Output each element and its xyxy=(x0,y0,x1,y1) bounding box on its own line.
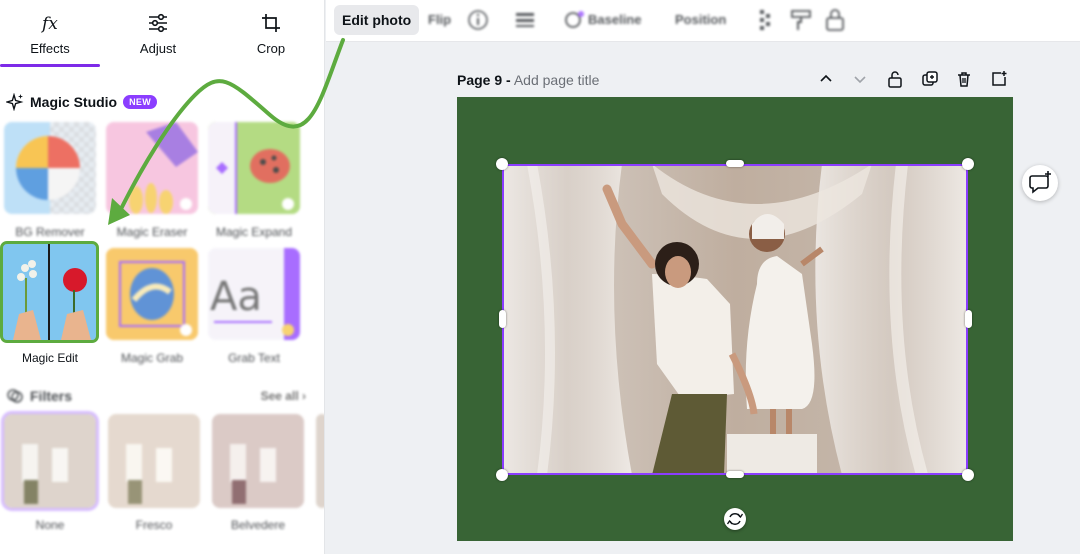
resize-handle-left[interactable] xyxy=(499,310,506,328)
filter-next-tile[interactable] xyxy=(316,414,324,508)
tab-effects[interactable]: fx Effects xyxy=(0,0,100,68)
active-tab-indicator xyxy=(0,64,100,67)
resize-handle-top[interactable] xyxy=(726,160,744,167)
paint-roller-icon[interactable] xyxy=(790,8,812,32)
lock-icon[interactable] xyxy=(824,8,846,32)
bg-remover-tile[interactable] xyxy=(4,122,96,214)
filter-fresco-thumbnail xyxy=(108,414,200,508)
magic-studio-header: Magic Studio NEW xyxy=(6,92,158,112)
resize-handle-bottom-right[interactable] xyxy=(962,469,974,481)
magic-edit-thumbnail xyxy=(3,244,96,340)
magic-studio-title: Magic Studio xyxy=(30,94,118,110)
delete-page-icon[interactable] xyxy=(955,70,973,88)
border-style-icon[interactable] xyxy=(514,9,536,31)
filter-fresco-label: Fresco xyxy=(135,518,173,532)
magic-expand-label: Magic Expand xyxy=(215,225,293,239)
resize-handle-top-left[interactable] xyxy=(496,158,508,170)
filter-none-label: None xyxy=(35,518,65,532)
top-toolbar: Edit photo Flip Baseline Position xyxy=(326,0,1080,42)
filter-belvedere-label: Belvedere xyxy=(230,518,286,532)
filter-none-thumbnail xyxy=(4,414,96,508)
info-icon[interactable] xyxy=(467,9,489,31)
design-page[interactable] xyxy=(457,97,1013,541)
page-label: Page 9 - Add page title xyxy=(457,72,599,88)
filter-belvedere-thumbnail xyxy=(212,414,304,508)
add-comment-button[interactable] xyxy=(1022,165,1058,201)
tab-effects-label: Effects xyxy=(30,41,70,56)
position-button[interactable]: Position xyxy=(675,5,726,35)
filter-fresco-tile[interactable] xyxy=(108,414,200,508)
flip-button[interactable]: Flip xyxy=(428,5,451,35)
duplicate-page-icon[interactable] xyxy=(921,70,939,88)
resize-handle-top-right[interactable] xyxy=(962,158,974,170)
magic-grab-tile[interactable] xyxy=(106,248,198,340)
page-title-input[interactable]: Add page title xyxy=(514,72,600,88)
svg-text:Aa: Aa xyxy=(210,274,262,320)
tab-adjust-label: Adjust xyxy=(139,41,177,56)
magic-eraser-tile[interactable] xyxy=(106,122,198,214)
tab-adjust[interactable]: Adjust xyxy=(108,0,208,68)
magic-eraser-label: Magic Eraser xyxy=(116,225,188,239)
ladybug-thumbnail xyxy=(208,122,300,214)
resize-handle-bottom[interactable] xyxy=(726,471,744,478)
page-number: Page 9 - xyxy=(457,72,511,88)
grab-text-label: Grab Text xyxy=(228,351,280,365)
magic-grab-thumbnail xyxy=(106,248,198,340)
bg-remover-label: BG Remover xyxy=(15,225,85,239)
shadow-icon[interactable] xyxy=(562,8,586,32)
filter-none-tile[interactable] xyxy=(1,411,99,511)
see-all-link[interactable]: See all › xyxy=(261,389,306,403)
chevron-down-icon[interactable] xyxy=(851,70,869,88)
page-header: Page 9 - Add page title xyxy=(457,70,1013,90)
resize-handle-bottom-left[interactable] xyxy=(496,469,508,481)
selected-photo[interactable] xyxy=(502,164,968,475)
comment-plus-icon xyxy=(1029,171,1051,194)
chevron-up-icon[interactable] xyxy=(817,70,835,88)
magic-edit-tile[interactable] xyxy=(0,241,99,343)
filter-belvedere-tile[interactable] xyxy=(212,414,304,508)
transparency-icon[interactable] xyxy=(756,8,778,32)
page-lock-icon[interactable] xyxy=(886,70,904,88)
sliders-icon xyxy=(149,13,167,33)
beach-ball-thumbnail xyxy=(4,122,96,214)
fx-icon: fx xyxy=(40,14,58,34)
tab-crop[interactable]: Crop xyxy=(221,0,321,68)
resize-handle-right[interactable] xyxy=(965,310,972,328)
grab-text-thumbnail: Aa xyxy=(208,248,300,340)
rotate-icon xyxy=(726,513,744,525)
edit-photo-button[interactable]: Edit photo xyxy=(334,5,420,35)
magic-expand-tile[interactable] xyxy=(208,122,300,214)
new-badge: NEW xyxy=(123,95,158,109)
side-panel: fx Effects Adjust Crop Magic Studio NEW … xyxy=(0,0,325,554)
flowers-thumbnail xyxy=(106,122,198,214)
magic-edit-label: Magic Edit xyxy=(21,351,79,365)
panel-tabs: fx Effects Adjust Crop xyxy=(0,0,324,68)
crop-icon xyxy=(262,14,280,32)
baseline-button[interactable]: Baseline xyxy=(588,5,641,35)
photo-two-women-curtains xyxy=(502,164,968,475)
tab-crop-label: Crop xyxy=(256,41,286,56)
grab-text-tile[interactable]: Aa xyxy=(208,248,300,340)
sparkle-icon xyxy=(6,93,24,111)
svg-text:fx: fx xyxy=(40,14,58,34)
add-page-icon[interactable] xyxy=(990,70,1008,88)
filters-header: Filters See all › xyxy=(6,386,306,406)
filters-icon xyxy=(7,389,23,403)
filters-title: Filters xyxy=(30,388,73,404)
magic-grab-label: Magic Grab xyxy=(120,351,184,365)
rotate-handle[interactable] xyxy=(724,508,746,530)
